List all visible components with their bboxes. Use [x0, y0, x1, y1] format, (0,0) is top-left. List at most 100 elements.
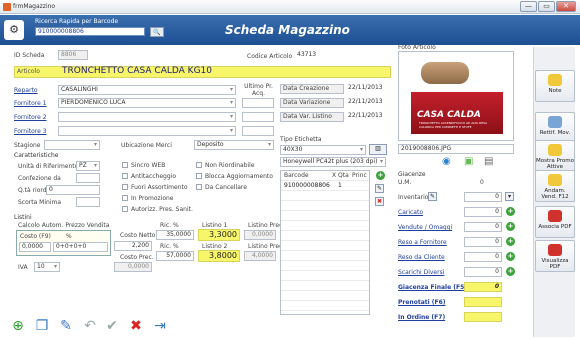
- in-ordine-field[interactable]: [464, 312, 502, 322]
- da-cancellare-checkbox[interactable]: [196, 184, 202, 190]
- listino1-field[interactable]: 3,3000: [198, 229, 240, 241]
- minimize-button[interactable]: —: [520, 1, 537, 12]
- fornitore3-select[interactable]: [58, 126, 236, 136]
- inventario-edit-icon[interactable]: ✎: [428, 192, 437, 201]
- scarichi-field[interactable]: 0: [464, 267, 502, 277]
- copy-icon[interactable]: ❐: [34, 318, 50, 334]
- inventario-menu-icon[interactable]: ▾: [505, 192, 514, 201]
- vendute-link[interactable]: Vendute / Omaggi: [398, 224, 452, 231]
- reso-fornitore-field[interactable]: 0: [464, 237, 502, 247]
- fornitore3-link[interactable]: Fornitore 3: [14, 128, 47, 135]
- listino-prec1-field[interactable]: 0,0000: [244, 230, 276, 240]
- autorizz-checkbox[interactable]: [122, 206, 128, 212]
- reso-cliente-field[interactable]: 0: [464, 252, 502, 262]
- ultimo-acq-field-2[interactable]: [242, 112, 274, 122]
- exit-icon[interactable]: ⇥: [152, 318, 168, 334]
- scorta-field[interactable]: [76, 197, 100, 207]
- undo-icon[interactable]: ↶: [82, 318, 98, 334]
- pct-field[interactable]: 0+0+0+0: [53, 242, 108, 252]
- fornitore1-link[interactable]: Fornitore 1: [14, 100, 47, 107]
- promo-icon: [548, 144, 562, 156]
- close-button[interactable]: ✕: [556, 1, 576, 12]
- ultimo-acq-field-3[interactable]: [242, 126, 274, 136]
- search-button[interactable]: 🔍: [150, 27, 164, 37]
- codice-field[interactable]: 43713: [295, 51, 390, 61]
- data-creazione-field[interactable]: 22/11/2013: [346, 84, 392, 94]
- qta-riordino-field[interactable]: 0: [46, 185, 100, 195]
- folder-icon[interactable]: ▣: [464, 156, 473, 167]
- etichetta-size-select[interactable]: 40X30: [280, 145, 366, 155]
- sincro-web-checkbox[interactable]: [122, 162, 128, 168]
- mostra-promo-button[interactable]: Mostra Promo Attive: [535, 140, 575, 172]
- prenotati-link[interactable]: Prenotati (F6): [398, 299, 446, 306]
- ubicazione-select[interactable]: Deposito: [194, 140, 274, 150]
- delete-icon[interactable]: ✖: [128, 318, 144, 334]
- confezione-field[interactable]: [76, 173, 100, 183]
- giacenza-finale-field[interactable]: 0: [464, 282, 502, 292]
- id-field[interactable]: 8806: [58, 50, 88, 60]
- window-title: frmMagazzino: [13, 3, 56, 10]
- inventario-field[interactable]: 0: [464, 192, 502, 202]
- non-riordinabile-checkbox[interactable]: [196, 162, 202, 168]
- edit-barcode-icon[interactable]: ✎: [375, 184, 384, 193]
- add-barcode-button[interactable]: +: [376, 171, 385, 180]
- costo-prec-field[interactable]: 0,0000: [114, 262, 152, 272]
- camera-icon[interactable]: ◉: [442, 156, 451, 167]
- iva-select[interactable]: 10: [34, 262, 60, 272]
- giacenza-finale-link[interactable]: Giacenza Finale (F5): [398, 284, 467, 291]
- visualizza-pdf-button[interactable]: Visualizza PDF: [535, 240, 575, 272]
- table-row-qta[interactable]: 1: [338, 182, 342, 189]
- vendute-add-button[interactable]: +: [506, 222, 515, 231]
- ric1-field[interactable]: 35,0000: [156, 230, 194, 240]
- costo-netto-field[interactable]: 2,200: [114, 241, 152, 251]
- reparto-select[interactable]: CASALINGHI: [58, 85, 236, 95]
- caricato-add-button[interactable]: +: [506, 207, 515, 216]
- new-record-icon[interactable]: ⊕: [10, 318, 26, 334]
- printer-select[interactable]: Honeywell PC42t plus (203 dpi): [280, 157, 386, 167]
- iva-label: IVA: [18, 264, 28, 271]
- in-promozione-checkbox[interactable]: [122, 195, 128, 201]
- costo-field[interactable]: 0,0000: [19, 242, 51, 252]
- antitaccheggio-checkbox[interactable]: [122, 173, 128, 179]
- prenotati-field[interactable]: [464, 297, 502, 307]
- associa-pdf-button[interactable]: Associa PDF: [535, 206, 575, 238]
- barcode-icon[interactable]: ▥: [369, 144, 387, 155]
- caricato-field[interactable]: 0: [464, 207, 502, 217]
- delete-photo-icon[interactable]: ▤: [484, 156, 493, 167]
- ultimo-acq-field-1[interactable]: [242, 98, 274, 108]
- data-listino-field[interactable]: 22/11/2013: [346, 112, 392, 122]
- blocca-aggiornamento-checkbox[interactable]: [196, 173, 202, 179]
- note-button[interactable]: Note: [535, 70, 575, 102]
- stagione-select[interactable]: [44, 140, 100, 150]
- pct-header: %: [66, 233, 72, 240]
- edit-icon[interactable]: ✎: [58, 318, 74, 334]
- vendute-field[interactable]: 0: [464, 222, 502, 232]
- reso-cliente-link[interactable]: Reso da Cliente: [398, 254, 445, 261]
- fornitore2-select[interactable]: [58, 112, 236, 122]
- reso-fornitore-link[interactable]: Reso a Fornitore: [398, 239, 447, 246]
- confirm-icon[interactable]: ✔: [104, 318, 120, 334]
- antitaccheggio-label: Antitaccheggio: [131, 173, 177, 180]
- unita-select[interactable]: PZ: [76, 161, 100, 171]
- delete-barcode-icon[interactable]: ✖: [375, 197, 384, 206]
- scarichi-add-button[interactable]: +: [506, 267, 515, 276]
- articolo-field[interactable]: TRONCHETTO CASA CALDA KG10: [62, 66, 212, 76]
- listino2-field[interactable]: 3,8000: [198, 250, 240, 262]
- in-ordine-link[interactable]: In Ordine (F7): [398, 314, 445, 321]
- ric2-field[interactable]: 57,0000: [156, 251, 194, 261]
- fornitore1-select[interactable]: PIERDOMENICO LUCA: [58, 98, 236, 108]
- fornitore2-link[interactable]: Fornitore 2: [14, 114, 47, 121]
- barcode-search-input[interactable]: 910000008806: [35, 27, 145, 36]
- maximize-button[interactable]: ▭: [538, 1, 555, 12]
- reparto-link[interactable]: Reparto: [14, 87, 38, 94]
- andam-vend-button[interactable]: Andam. Vend. F12: [535, 170, 575, 202]
- reso-cliente-add-button[interactable]: +: [506, 252, 515, 261]
- data-variazione-field[interactable]: 22/11/2013: [346, 98, 392, 108]
- listino-prec2-field[interactable]: 4,0000: [244, 251, 276, 261]
- fuori-assortimento-checkbox[interactable]: [122, 184, 128, 190]
- note-icon: [548, 74, 562, 86]
- table-row-barcode[interactable]: 910000008806: [284, 182, 330, 189]
- scarichi-link[interactable]: Scarichi Diversi: [398, 269, 444, 276]
- reso-fornitore-add-button[interactable]: +: [506, 237, 515, 246]
- caricato-link[interactable]: Caricato: [398, 209, 423, 216]
